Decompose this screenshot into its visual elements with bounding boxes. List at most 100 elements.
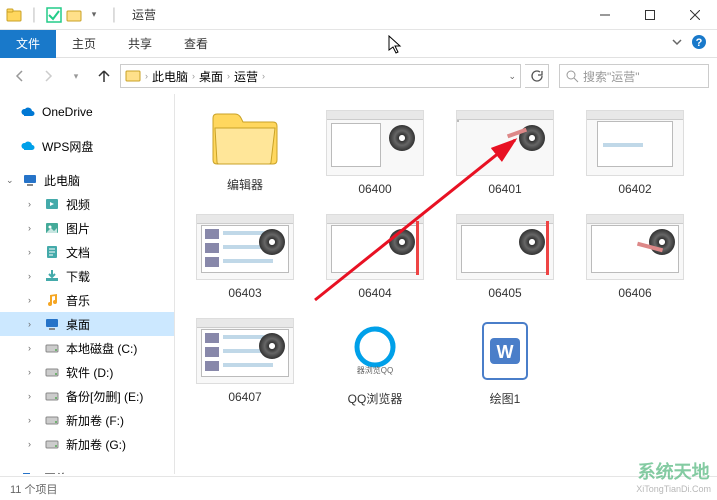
qat-dropdown[interactable]: ▾	[86, 7, 102, 23]
file-item[interactable]: 编辑器	[185, 110, 305, 196]
maximize-button[interactable]	[627, 0, 672, 30]
tree-item[interactable]: ›视频	[0, 192, 174, 216]
video-icon	[44, 196, 60, 212]
tree-item[interactable]: ›文档	[0, 240, 174, 264]
tree-item[interactable]: ›桌面	[0, 312, 174, 336]
recent-dropdown[interactable]: ▾	[64, 64, 88, 88]
minimize-button[interactable]	[582, 0, 627, 30]
tree-label: 网络	[44, 470, 68, 475]
breadcrumb-sep[interactable]: ›	[145, 71, 148, 81]
image-thumbnail	[456, 214, 554, 280]
cursor-icon	[388, 35, 404, 55]
file-label: 06402	[618, 182, 651, 196]
tree-label: 本地磁盘 (C:)	[66, 340, 137, 357]
tree-label: WPS网盘	[42, 138, 93, 155]
chevron-right-icon[interactable]: ›	[28, 319, 38, 329]
folder-icon	[66, 7, 82, 23]
file-tab[interactable]: 文件	[0, 30, 56, 58]
cloud-icon	[20, 104, 36, 120]
tree-onedrive[interactable]: OneDrive	[0, 100, 174, 124]
qat-separator: |	[26, 7, 42, 23]
tree-item[interactable]: ›下载	[0, 264, 174, 288]
chevron-right-icon[interactable]: ›	[28, 199, 38, 209]
breadcrumb-sep[interactable]: ›	[262, 71, 265, 81]
breadcrumb-desktop[interactable]: 桌面	[199, 68, 223, 85]
file-item[interactable]: 06403	[185, 214, 305, 300]
content-pane[interactable]: 编辑器 06400 06401 06402 06403 06404 06405 06406 06…	[175, 94, 717, 474]
file-item[interactable]: 06407	[185, 318, 305, 407]
qat-properties-checkbox[interactable]	[46, 7, 62, 23]
file-label: 06405	[488, 286, 521, 300]
search-box[interactable]: 搜索"运营"	[559, 64, 709, 88]
folder-icon	[209, 110, 281, 170]
tab-view[interactable]: 查看	[168, 30, 224, 58]
image-thumbnail	[586, 214, 684, 280]
tree-item[interactable]: › 本地磁盘 (C:)	[0, 336, 174, 360]
title-bar: | ▾ | 运营	[0, 0, 717, 30]
tab-home[interactable]: 主页	[56, 30, 112, 58]
forward-button[interactable]	[36, 64, 60, 88]
tree-label: 软件 (D:)	[66, 364, 113, 381]
tree-network[interactable]: › 网络	[0, 466, 174, 474]
tree-item[interactable]: ›图片	[0, 216, 174, 240]
drive-icon	[44, 436, 60, 452]
tree-wps[interactable]: WPS网盘	[0, 134, 174, 158]
chevron-down-icon[interactable]: ⌄	[6, 175, 16, 186]
address-bar[interactable]: › 此电脑 › 桌面 › 运营 › ⌄	[120, 64, 521, 88]
file-label: 06406	[618, 286, 651, 300]
tree-item[interactable]: ›音乐	[0, 288, 174, 312]
file-label: 06404	[358, 286, 391, 300]
address-dropdown[interactable]: ⌄	[508, 71, 516, 82]
help-button[interactable]: ?	[691, 34, 707, 53]
breadcrumb-sep[interactable]: ›	[227, 71, 230, 81]
app-icon	[6, 7, 22, 23]
breadcrumb-thispc[interactable]: 此电脑	[152, 68, 188, 85]
tree-label: 此电脑	[44, 172, 80, 189]
navigation-tree[interactable]: OneDrive WPS网盘 ⌄ 此电脑 ›视频›图片›文档›下载›音乐›桌面›…	[0, 94, 175, 474]
file-label: 06403	[228, 286, 261, 300]
file-item[interactable]: 06401	[445, 110, 565, 196]
file-item[interactable]: W绘图1	[445, 318, 565, 407]
chevron-right-icon[interactable]: ›	[28, 391, 38, 401]
chevron-right-icon[interactable]: ›	[6, 473, 16, 474]
file-item[interactable]: 器浏览QQQQ浏览器	[315, 318, 435, 407]
back-button[interactable]	[8, 64, 32, 88]
close-button[interactable]	[672, 0, 717, 30]
chevron-right-icon[interactable]: ›	[28, 271, 38, 281]
file-item[interactable]: 06400	[315, 110, 435, 196]
file-item[interactable]: 06405	[445, 214, 565, 300]
file-item[interactable]: 06404	[315, 214, 435, 300]
tree-item[interactable]: ›备份[勿删] (E:)	[0, 384, 174, 408]
tree-item[interactable]: › 新加卷 (G:)	[0, 432, 174, 456]
breadcrumb-current[interactable]: 运营	[234, 68, 258, 85]
drive-icon	[44, 364, 60, 380]
watermark-url: XiTongTianDi.Com	[636, 484, 711, 494]
network-icon	[22, 470, 38, 474]
file-label: 06400	[358, 182, 391, 196]
tree-label: 新加卷 (G:)	[66, 436, 126, 453]
ribbon: 文件 主页 共享 查看 ?	[0, 30, 717, 58]
tab-share[interactable]: 共享	[112, 30, 168, 58]
chevron-right-icon[interactable]: ›	[28, 343, 38, 353]
cloud-icon	[20, 138, 36, 154]
chevron-right-icon[interactable]: ›	[28, 295, 38, 305]
file-item[interactable]: 06406	[575, 214, 695, 300]
chevron-right-icon[interactable]: ›	[28, 439, 38, 449]
folder-icon	[125, 67, 141, 86]
breadcrumb-sep[interactable]: ›	[192, 71, 195, 81]
ribbon-expand-button[interactable]	[671, 35, 683, 53]
pictures-icon	[44, 220, 60, 236]
chevron-right-icon[interactable]: ›	[28, 367, 38, 377]
tree-thispc[interactable]: ⌄ 此电脑	[0, 168, 174, 192]
refresh-button[interactable]	[525, 64, 549, 88]
downloads-icon	[44, 268, 60, 284]
chevron-right-icon[interactable]: ›	[28, 247, 38, 257]
chevron-right-icon[interactable]: ›	[28, 223, 38, 233]
tree-item[interactable]: ›新加卷 (F:)	[0, 408, 174, 432]
file-item[interactable]: 06402	[575, 110, 695, 196]
file-label: 绘图1	[490, 390, 521, 407]
up-button[interactable]	[92, 64, 116, 88]
search-icon	[566, 70, 579, 83]
chevron-right-icon[interactable]: ›	[28, 415, 38, 425]
tree-item[interactable]: › 软件 (D:)	[0, 360, 174, 384]
